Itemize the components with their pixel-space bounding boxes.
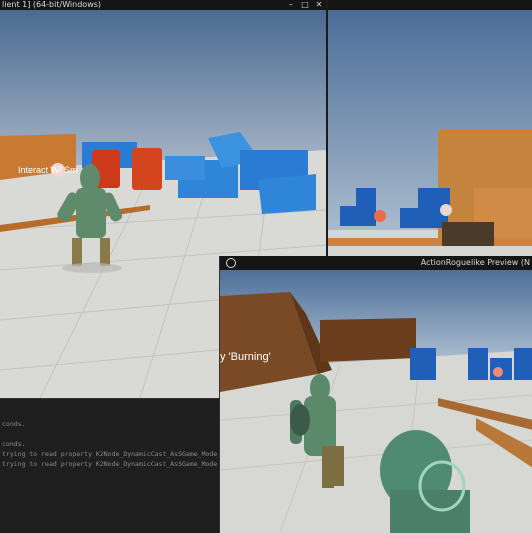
log-line: conds.: [2, 440, 26, 448]
editor-viewport-window: ✥ ⟳ ⤢ ◉ # »: [328, 0, 532, 256]
close-button[interactable]: ✕: [312, 0, 326, 10]
output-log[interactable]: conds. conds. trying to read property K2…: [0, 398, 218, 533]
status-effect-text: y 'Burning': [220, 351, 271, 363]
editor-viewport[interactable]: [328, 10, 532, 256]
preview-scene: y 'Burning': [220, 270, 532, 533]
interact-prompt-text: Interact W/ Sm: [18, 165, 78, 175]
unreal-logo-icon: [226, 258, 236, 268]
preview-window: ActionRoguelike Preview (N y 'Burning': [219, 256, 532, 533]
minimize-button[interactable]: –: [284, 0, 298, 10]
maximize-button[interactable]: □: [298, 0, 312, 10]
editor-scene: [328, 10, 532, 256]
log-line: conds.: [2, 420, 26, 428]
log-line: trying to read property K2Node_DynamicCa…: [2, 450, 218, 458]
preview-window-title: ActionRoguelike Preview (N: [420, 258, 530, 267]
client-window-title: lient 1] (64-bit/Windows): [2, 0, 102, 9]
preview-window-titlebar[interactable]: ActionRoguelike Preview (N: [220, 256, 532, 270]
game-viewport-preview[interactable]: y 'Burning': [220, 270, 532, 533]
log-line: trying to read property K2Node_DynamicCa…: [2, 460, 218, 468]
client-window-titlebar[interactable]: lient 1] (64-bit/Windows): [0, 0, 326, 10]
